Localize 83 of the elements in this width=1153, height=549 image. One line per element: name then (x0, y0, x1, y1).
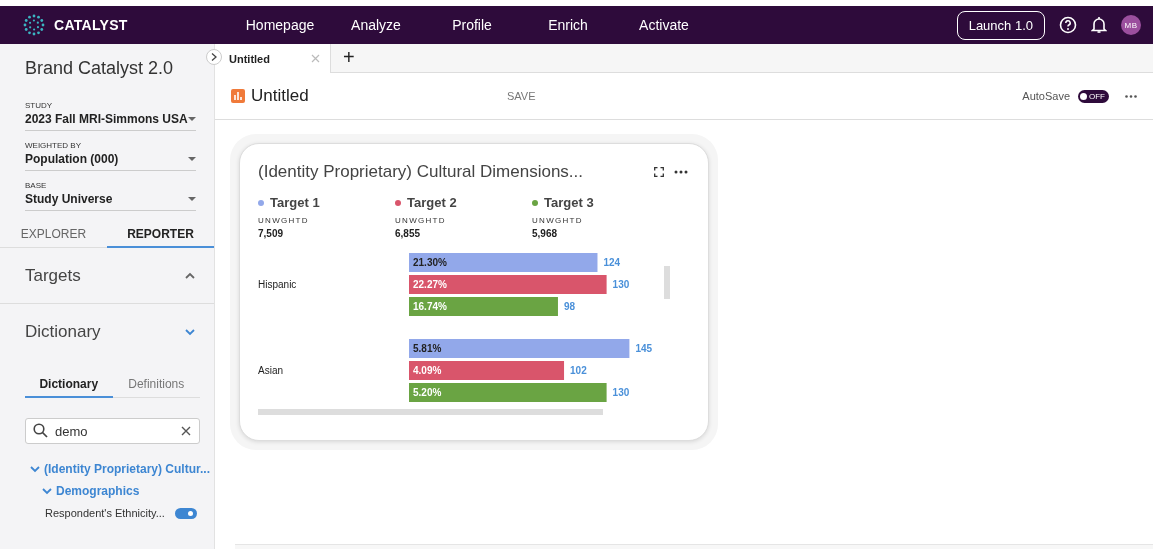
nav-link[interactable]: Enrich (520, 17, 616, 33)
report-title: Untitled (251, 86, 309, 106)
data-label: 145 (635, 343, 653, 354)
bar-annotation: 21.30% (413, 257, 447, 268)
tab[interactable]: Definitions (112, 371, 200, 397)
tree-item[interactable]: Respondent's Ethnicity... (45, 507, 165, 519)
scrollbar[interactable] (258, 409, 603, 415)
clear-icon[interactable] (181, 426, 191, 436)
launch-button[interactable]: Launch 1.0 (956, 10, 1045, 40)
scrollbar[interactable] (664, 266, 670, 299)
bar-annotation: 5.81% (413, 343, 442, 354)
caret-icon (188, 196, 196, 202)
sidebar-title: Brand Catalyst 2.0 (25, 57, 174, 79)
sample-size-label: UNWGHTD (258, 216, 310, 225)
bar[interactable] (409, 275, 607, 294)
data-label: 102 (570, 365, 587, 376)
logo-icon (22, 13, 46, 37)
help-icon[interactable] (1059, 16, 1077, 34)
sample-size-label: UNWGHTD (532, 216, 584, 225)
tree-item[interactable]: Demographics (56, 484, 140, 498)
autosave-toggle[interactable]: OFF (1078, 89, 1109, 103)
dropdown[interactable]: BASE Study Universe (25, 171, 196, 211)
data-label: 124 (603, 257, 621, 268)
chart-icon (231, 89, 245, 103)
legend-label: Target 2 (407, 195, 457, 210)
section-title[interactable]: Targets (25, 265, 81, 286)
tab[interactable]: Dictionary (25, 371, 113, 398)
bar[interactable] (409, 383, 607, 402)
bar-annotation: 16.74% (413, 301, 447, 312)
dropdown[interactable]: WEIGHTED BY Population (000) (25, 131, 196, 171)
data-label: 98 (563, 301, 576, 312)
search-field[interactable]: demo (25, 418, 200, 444)
bar[interactable] (409, 361, 565, 380)
more-icon[interactable] (1125, 94, 1137, 98)
dropdown-label: STUDY (25, 101, 54, 110)
legend-label: Target 3 (544, 195, 594, 210)
data-label: 130 (612, 387, 630, 398)
sample-size-value: 6,855 (395, 228, 422, 239)
chevron-down-icon[interactable] (30, 464, 40, 474)
caret-icon (188, 116, 196, 122)
nav-link[interactable]: Activate (616, 17, 712, 33)
dropdown-value: 2023 Fall MRI-Simmons USA (25, 112, 188, 126)
more-icon[interactable] (674, 170, 688, 174)
legend-label: Target 1 (270, 195, 320, 210)
data-label: 130 (612, 279, 630, 290)
toggle-switch[interactable] (174, 507, 197, 519)
doc-tab[interactable]: Untitled (215, 44, 331, 73)
autosave-label: AutoSave (1022, 90, 1070, 102)
category-label: Hispanic (258, 279, 297, 290)
category-label: Asian (258, 365, 283, 376)
bar[interactable] (409, 339, 630, 358)
bar-annotation: 22.27% (413, 279, 447, 290)
mode-tab[interactable]: REPORTER (107, 221, 214, 248)
bar-annotation: 5.20% (413, 387, 442, 398)
dropdown-value: Population (000) (25, 152, 119, 166)
chevron-right-icon (211, 53, 217, 61)
nav-link[interactable]: Profile (424, 17, 520, 33)
search-icon (33, 423, 48, 438)
bar[interactable] (409, 297, 558, 316)
mode-tab[interactable]: EXPLORER (0, 221, 107, 247)
chevron-down-icon[interactable] (42, 486, 52, 496)
logo-text: CATALYST (54, 17, 128, 33)
section-title[interactable]: Dictionary (25, 321, 101, 342)
nav-link[interactable]: Homepage (232, 17, 328, 33)
dropdown[interactable]: STUDY 2023 Fall MRI-Simmons USA (25, 91, 196, 131)
nav-link[interactable]: Analyze (328, 17, 424, 33)
card-title: (Identity Proprietary) Cultural Dimensions... (258, 162, 583, 182)
dropdown-value: Study Universe (25, 192, 113, 206)
dropdown-label: WEIGHTED BY (25, 141, 82, 150)
bell-icon[interactable] (1091, 16, 1107, 34)
expand-icon[interactable] (654, 167, 664, 177)
bar[interactable] (409, 253, 598, 272)
avatar[interactable]: MB (1121, 15, 1141, 35)
tab-label: Untitled (229, 52, 270, 65)
save-button[interactable]: SAVE (507, 90, 1023, 102)
close-icon[interactable] (311, 54, 320, 63)
sample-size-value: 5,968 (532, 228, 559, 239)
dropdown-label: BASE (25, 181, 48, 190)
sample-size-value: 7,509 (258, 228, 285, 239)
caret-icon (188, 156, 196, 162)
add-tab-button[interactable]: + (331, 44, 367, 72)
sample-size-label: UNWGHTD (395, 216, 447, 225)
bar-annotation: 4.09% (413, 365, 442, 376)
